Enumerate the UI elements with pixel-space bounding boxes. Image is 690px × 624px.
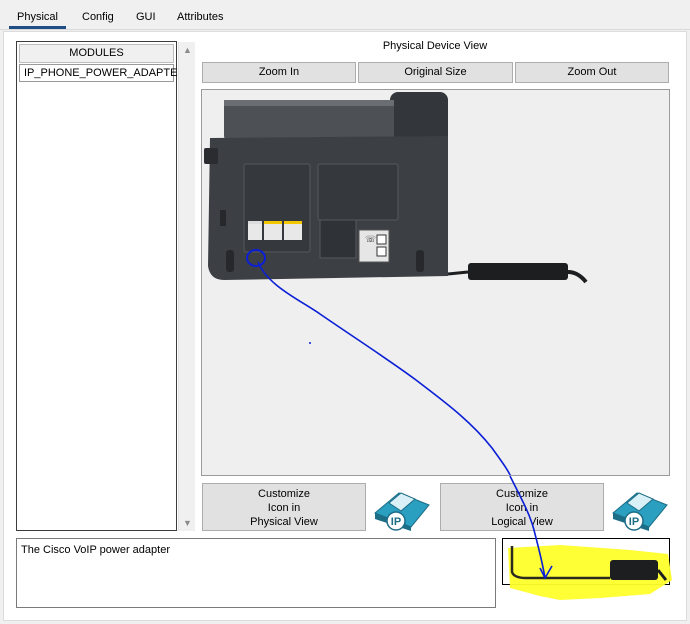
scroll-down-icon[interactable]: ▼ [179, 515, 196, 531]
module-item-power-adapter[interactable]: IP_PHONE_POWER_ADAPTER [19, 64, 185, 82]
customize-logical-line-2: Icon in [505, 502, 539, 514]
modules-header: MODULES [19, 44, 174, 63]
physical-device-view-title: Physical Device View [382, 40, 488, 52]
ip-phone-back-image: ☏ [204, 92, 588, 475]
tab-physical[interactable]: Physical [9, 7, 66, 29]
customize-logical-icon-button[interactable]: Customize Icon in Logical View [440, 483, 604, 531]
ip-icon-label: IP [391, 516, 401, 528]
modules-list: MODULES IP_PHONE_POWER_ADAPTER [16, 41, 185, 531]
svg-text:☏: ☏ [365, 235, 376, 245]
customize-logical-line-3: Logical View [491, 516, 553, 528]
ip-phone-icon: IP [371, 483, 433, 531]
customize-physical-line-2: Icon in [267, 502, 301, 514]
original-size-button[interactable]: Original Size [358, 62, 513, 83]
ip-phone-icon: IP [609, 483, 671, 531]
device-view-canvas[interactable]: ☏ [201, 89, 670, 476]
tab-attributes[interactable]: Attributes [169, 7, 231, 29]
tab-divider [0, 29, 690, 30]
modules-scrollbar[interactable]: ▲ ▼ [178, 42, 195, 531]
customize-physical-icon-button[interactable]: Customize Icon in Physical View [202, 483, 366, 531]
customize-logical-line-1: Customize [496, 488, 548, 500]
tab-gui[interactable]: GUI [128, 7, 164, 29]
module-description: The Cisco VoIP power adapter [16, 538, 496, 608]
tab-config[interactable]: Config [74, 7, 122, 29]
ip-icon-label: IP [629, 516, 639, 528]
customize-physical-line-1: Customize [258, 488, 310, 500]
zoom-out-button[interactable]: Zoom Out [515, 62, 669, 83]
customize-physical-line-3: Physical View [250, 516, 318, 528]
module-thumbnail [502, 538, 670, 585]
scroll-up-icon[interactable]: ▲ [179, 42, 196, 58]
tab-bar: Physical Config GUI Attributes [0, 0, 690, 30]
zoom-in-button[interactable]: Zoom In [202, 62, 356, 83]
